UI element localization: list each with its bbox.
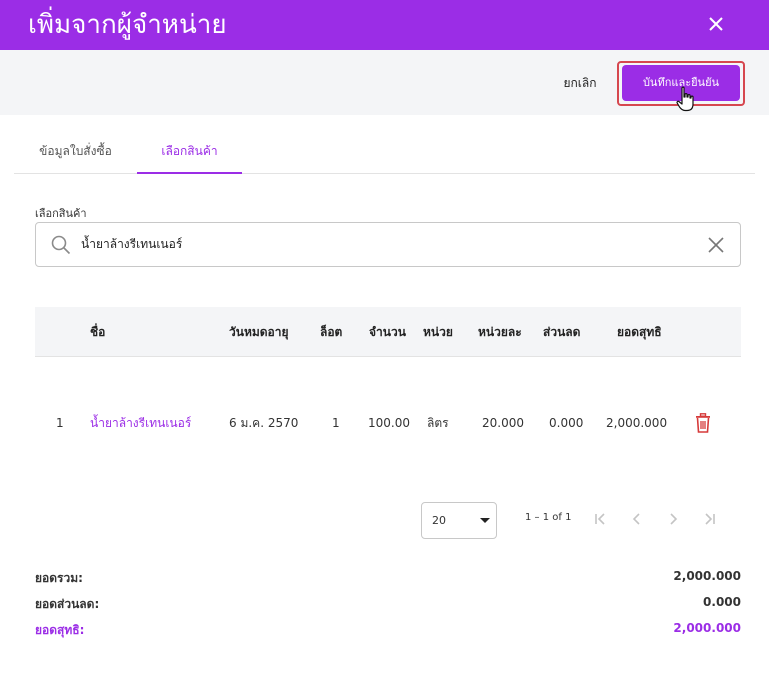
close-icon bbox=[709, 17, 723, 31]
total-value: 2,000.000 bbox=[673, 569, 741, 583]
table-header: ชื่อ วันหมดอายุ ล็อต จำนวน หน่วย หน่วยละ… bbox=[35, 307, 741, 357]
product-search-value: น้ำยาล้างรีเทนเนอร์ bbox=[81, 237, 183, 251]
column-header-discount: ส่วนลด bbox=[543, 325, 581, 339]
product-name-link[interactable]: น้ำยาล้างรีเทนเนอร์ bbox=[90, 358, 191, 488]
action-toolbar: ยกเลิก บันทึกและยืนยัน bbox=[0, 50, 769, 115]
column-header-unit: หน่วย bbox=[423, 325, 453, 339]
column-header-quantity: จำนวน bbox=[369, 325, 406, 339]
trash-icon[interactable] bbox=[694, 413, 712, 433]
discount-total-value: 0.000 bbox=[703, 595, 741, 609]
next-page-icon[interactable] bbox=[664, 510, 682, 528]
row-index: 1 bbox=[56, 416, 64, 430]
row-unit: ลิตร bbox=[427, 416, 449, 430]
first-page-icon[interactable] bbox=[592, 510, 610, 528]
product-search-input[interactable]: น้ำยาล้างรีเทนเนอร์ bbox=[35, 222, 741, 267]
last-page-icon[interactable] bbox=[700, 510, 718, 528]
column-header-net: ยอดสุทธิ bbox=[617, 325, 662, 339]
pagination-range: 1 – 1 of 1 bbox=[525, 512, 572, 523]
row-expiry: 6 ม.ค. 2570 bbox=[229, 416, 299, 430]
rows-per-page-value: 20 bbox=[432, 514, 446, 527]
search-icon bbox=[51, 235, 71, 255]
column-header-unit-price: หน่วยละ bbox=[478, 325, 522, 339]
tab-order-info[interactable]: ข้อมูลใบสั่งซื้อ bbox=[14, 128, 137, 174]
row-discount: 0.000 bbox=[549, 416, 584, 430]
cancel-button[interactable]: ยกเลิก bbox=[548, 66, 612, 100]
total-label: ยอดรวม: bbox=[35, 571, 83, 585]
clear-icon[interactable] bbox=[706, 235, 726, 255]
column-header-expiry: วันหมดอายุ bbox=[229, 325, 289, 339]
row-net: 2,000.000 bbox=[606, 416, 668, 430]
row-quantity: 100.00 bbox=[368, 416, 410, 430]
column-header-lot: ล็อต bbox=[320, 325, 343, 339]
tab-select-product[interactable]: เลือกสินค้า bbox=[137, 128, 242, 174]
dropdown-caret-icon bbox=[480, 518, 490, 523]
product-search-label: เลือกสินค้า bbox=[35, 207, 87, 220]
column-header-name: ชื่อ bbox=[90, 325, 106, 339]
tab-bar: ข้อมูลใบสั่งซื้อ เลือกสินค้า bbox=[14, 128, 755, 174]
dialog-title: เพิ่มจากผู้จำหน่าย bbox=[28, 10, 227, 40]
rows-per-page-select[interactable]: 20 bbox=[421, 502, 497, 539]
dialog-header: เพิ่มจากผู้จำหน่าย bbox=[0, 0, 769, 50]
close-button[interactable] bbox=[700, 8, 732, 40]
net-total-value: 2,000.000 bbox=[673, 621, 741, 635]
net-total-label: ยอดสุทธิ: bbox=[35, 623, 85, 637]
prev-page-icon[interactable] bbox=[628, 510, 646, 528]
row-unit-price: 20.000 bbox=[482, 416, 524, 430]
discount-total-label: ยอดส่วนลด: bbox=[35, 597, 100, 611]
row-lot: 1 bbox=[332, 416, 340, 430]
hand-cursor-icon bbox=[676, 86, 694, 112]
table-row: 1 น้ำยาล้างรีเทนเนอร์ 6 ม.ค. 2570 1 100.… bbox=[35, 358, 741, 488]
